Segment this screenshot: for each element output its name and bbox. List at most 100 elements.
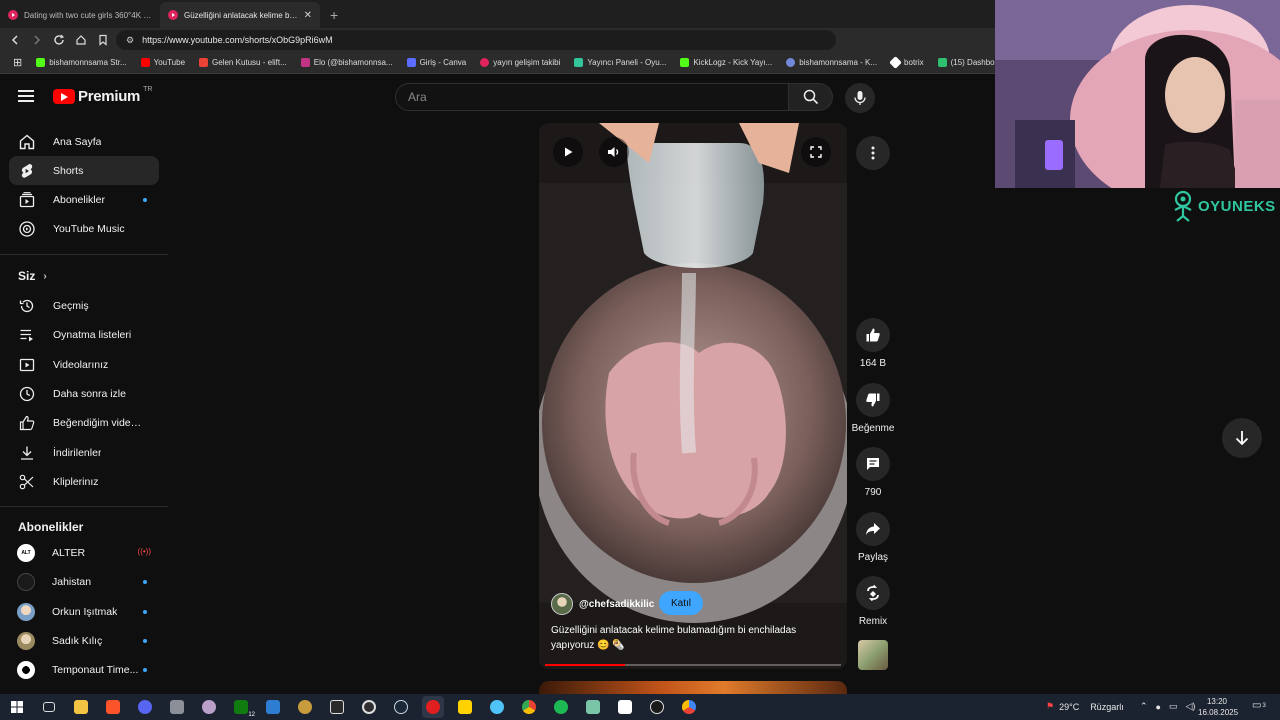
sound-source-thumbnail[interactable] xyxy=(858,640,888,670)
site-settings-icon[interactable]: ⚙ xyxy=(126,35,134,46)
channel-info[interactable]: @chefsadikkilic xyxy=(551,593,654,615)
url-field[interactable]: ⚙ https://www.youtube.com/shorts/xObG9pR… xyxy=(116,30,836,50)
browser-tab-active[interactable]: Güzelliğini anlatacak kelime bula ✕ xyxy=(160,2,320,28)
active-app-button[interactable] xyxy=(422,696,444,718)
sidebar-item-downloads[interactable]: İndirilenler xyxy=(9,438,159,467)
short-video-player[interactable]: @chefsadikkilic Katıl Güzelliğini anlata… xyxy=(539,123,847,669)
join-button[interactable]: Katıl xyxy=(659,591,703,615)
epic-games-button[interactable] xyxy=(326,696,348,718)
bookmark-button[interactable] xyxy=(94,31,112,49)
like-action[interactable]: 164 B xyxy=(851,318,895,369)
oyuneks-brand-watermark: OYUNEKS xyxy=(1170,188,1280,224)
sidebar-subscription-item[interactable]: Jahistan xyxy=(9,567,159,596)
chrome-button[interactable] xyxy=(678,696,700,718)
video-progress-bar[interactable] xyxy=(545,664,841,666)
next-short-button[interactable] xyxy=(1222,418,1262,458)
comments-action[interactable]: 790 xyxy=(851,447,895,498)
sidebar-item-playlists[interactable]: Oynatma listeleri xyxy=(9,320,159,349)
brand-text: OYUNEKS xyxy=(1198,197,1276,215)
sidebar-you-heading[interactable]: Siz › xyxy=(18,269,47,283)
sidebar-subscription-item[interactable]: Orkun Işıtmak xyxy=(9,597,159,626)
bookmark-item[interactable]: YouTube xyxy=(134,58,192,67)
more-options-button[interactable] xyxy=(856,136,890,170)
notifications-button[interactable]: ▭ 3 xyxy=(1252,700,1266,711)
new-tab-button[interactable]: + xyxy=(320,2,348,28)
app-icon xyxy=(490,700,504,714)
sidebar-item-liked-videos[interactable]: Beğendiğim videolar xyxy=(9,408,159,437)
start-button[interactable] xyxy=(6,696,28,718)
brave-browser-button[interactable] xyxy=(102,696,124,718)
app-button[interactable] xyxy=(198,696,220,718)
bookmark-item[interactable]: Gelen Kutusu - elift... xyxy=(192,58,294,67)
bookmark-item[interactable]: bishamonnsama - K... xyxy=(779,58,884,67)
sidebar-item-subscriptions[interactable]: Abonelikler xyxy=(9,185,159,214)
sidebar-subscription-item[interactable]: ALT ALTER ((•)) xyxy=(9,538,159,567)
short-description[interactable]: Güzelliğini anlatacak kelime bulamadığım… xyxy=(551,623,831,653)
bookmark-item[interactable]: bishamonnsama Str... xyxy=(29,58,133,67)
sidebar-item-your-videos[interactable]: Videolarınız xyxy=(9,350,159,379)
weather-widget[interactable]: ⚑ 29°C Rüzgarlı xyxy=(1046,701,1124,712)
app-button[interactable] xyxy=(486,696,508,718)
remix-action[interactable]: Remix xyxy=(851,576,895,627)
microphone-icon[interactable]: ● xyxy=(1156,702,1161,712)
reload-button[interactable] xyxy=(50,31,68,49)
clock[interactable]: 13:20 16.08.2025 xyxy=(1198,696,1239,718)
spotify-button[interactable] xyxy=(550,696,572,718)
play-button[interactable] xyxy=(553,137,583,167)
sidebar-subscription-item[interactable]: Temponaut Time... xyxy=(9,655,159,684)
sidebar-subscription-item[interactable]: Sadık Kılıç xyxy=(9,626,159,655)
bookmark-favicon-icon xyxy=(199,58,209,67)
chrome-button[interactable] xyxy=(518,696,540,718)
clock-date: 16.08.2025 xyxy=(1198,708,1239,717)
remix-button[interactable] xyxy=(856,576,890,610)
dislike-button[interactable] xyxy=(856,383,890,417)
share-action[interactable]: Paylaş xyxy=(851,512,895,563)
dislike-action[interactable]: Beğenme xyxy=(851,383,895,434)
store-button[interactable] xyxy=(262,696,284,718)
network-icon[interactable]: ▭ xyxy=(1169,701,1178,712)
youtube-premium-logo[interactable]: Premium TR xyxy=(53,86,152,105)
fullscreen-button[interactable] xyxy=(801,137,831,167)
bookmark-item[interactable]: Giriş - Canva xyxy=(400,58,474,67)
sidebar-item-history[interactable]: Geçmiş xyxy=(9,291,159,320)
home-button[interactable] xyxy=(72,31,90,49)
menu-icon[interactable] xyxy=(18,90,34,102)
close-tab-icon[interactable]: ✕ xyxy=(304,10,312,21)
bookmark-item[interactable]: Elo (@bishamonnsa... xyxy=(294,58,400,67)
next-short-preview[interactable] xyxy=(539,681,847,694)
app-button[interactable] xyxy=(166,696,188,718)
sidebar-item-music[interactable]: YouTube Music xyxy=(9,214,159,243)
volume-icon[interactable]: ◁) xyxy=(1186,701,1196,712)
sidebar-item-watch-later[interactable]: Daha sonra izle xyxy=(9,379,159,408)
browser-tab[interactable]: Dating with two cute girls 360°4K - Y xyxy=(0,2,160,28)
task-view-button[interactable] xyxy=(38,696,60,718)
xbox-button[interactable]: 12 xyxy=(230,696,255,718)
bookmark-item[interactable]: yayın gelişim takibi xyxy=(473,58,567,67)
comments-button[interactable] xyxy=(856,447,890,481)
chevron-up-icon[interactable]: ⌃ xyxy=(1140,701,1148,712)
league-button[interactable] xyxy=(294,696,316,718)
discord-button[interactable] xyxy=(134,696,156,718)
like-button[interactable] xyxy=(856,318,890,352)
forward-button[interactable] xyxy=(28,31,46,49)
search-button[interactable] xyxy=(789,83,833,111)
bookmark-item[interactable]: Yayıncı Paneli - Oyu... xyxy=(567,58,673,67)
share-button[interactable] xyxy=(856,512,890,546)
bookmark-item[interactable]: KickLogz - Kick Yayı... xyxy=(673,58,779,67)
voice-search-button[interactable] xyxy=(845,83,875,113)
file-explorer-button[interactable] xyxy=(70,696,92,718)
app-button[interactable] xyxy=(582,696,604,718)
bookmark-item[interactable]: botrix xyxy=(884,56,931,69)
steam-button[interactable] xyxy=(390,696,412,718)
notion-button[interactable] xyxy=(614,696,636,718)
sidebar-item-clips[interactable]: Kliplerinız xyxy=(9,467,159,496)
obs-button[interactable] xyxy=(358,696,380,718)
back-button[interactable] xyxy=(6,31,24,49)
volume-button[interactable] xyxy=(599,137,629,167)
sidebar-item-home[interactable]: Ana Sayfa xyxy=(9,127,159,156)
sidebar-item-shorts[interactable]: Shorts xyxy=(9,156,159,185)
apps-grid-icon[interactable]: ⊞ xyxy=(6,56,29,69)
norton-button[interactable] xyxy=(454,696,476,718)
search-input[interactable]: Ara xyxy=(395,83,789,111)
app-button[interactable] xyxy=(646,696,668,718)
